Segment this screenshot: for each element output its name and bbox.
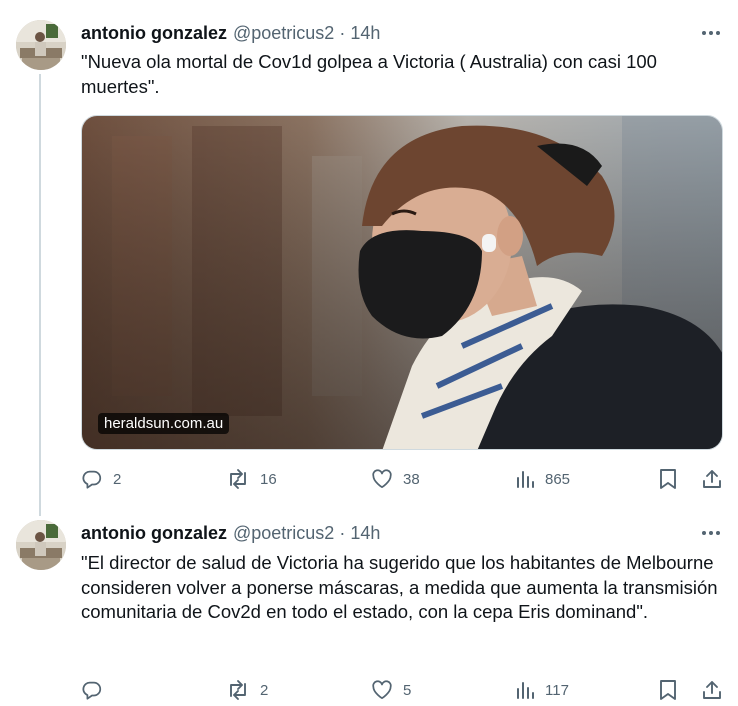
tweet-actions: 2 16 38 865 — [81, 464, 726, 494]
timestamp[interactable]: 14h — [350, 523, 380, 544]
views-button[interactable]: 865 — [515, 464, 570, 494]
reply-icon — [81, 679, 103, 701]
views-icon — [515, 680, 535, 700]
repost-icon — [226, 679, 250, 701]
repost-button[interactable]: 2 — [226, 675, 268, 705]
repost-count: 16 — [260, 470, 277, 488]
avatar[interactable] — [16, 520, 66, 570]
views-count: 117 — [545, 681, 569, 699]
share-button[interactable] — [701, 675, 723, 705]
header-separator: · — [339, 522, 346, 543]
repost-count: 2 — [260, 681, 269, 699]
reply-count: 2 — [113, 470, 122, 488]
tweet-actions: 2 5 117 — [81, 675, 726, 705]
reply-button[interactable] — [81, 675, 113, 705]
bookmark-icon — [659, 679, 677, 701]
avatar[interactable] — [16, 20, 66, 70]
reply-icon — [81, 468, 103, 490]
header-separator: · — [339, 22, 346, 43]
like-button[interactable]: 5 — [371, 675, 411, 705]
share-button[interactable] — [701, 464, 723, 494]
bookmark-button[interactable] — [659, 675, 677, 705]
bookmark-button[interactable] — [659, 464, 677, 494]
tweet[interactable]: antonio gonzalez @poetricus2 · 14h "El d… — [0, 514, 738, 706]
like-button[interactable]: 38 — [371, 464, 420, 494]
views-count: 865 — [545, 470, 571, 488]
more-icon[interactable] — [698, 520, 724, 546]
tweet-header: antonio gonzalez @poetricus2 · 14h — [81, 21, 380, 45]
views-button[interactable]: 117 — [515, 675, 569, 705]
author-handle[interactable]: @poetricus2 — [233, 523, 334, 544]
author-name[interactable]: antonio gonzalez — [81, 523, 227, 544]
author-handle[interactable]: @poetricus2 — [233, 23, 334, 44]
repost-button[interactable]: 16 — [226, 464, 277, 494]
author-name[interactable]: antonio gonzalez — [81, 23, 227, 44]
like-count: 5 — [403, 681, 412, 699]
bookmark-icon — [659, 468, 677, 490]
share-icon — [701, 679, 723, 701]
tweet-text: "Nueva ola mortal de Cov1d golpea a Vict… — [81, 51, 657, 97]
link-domain-label: heraldsun.com.au — [98, 413, 230, 434]
tweet-header: antonio gonzalez @poetricus2 · 14h — [81, 521, 380, 545]
views-icon — [515, 469, 535, 489]
like-count: 38 — [403, 470, 420, 488]
timestamp[interactable]: 14h — [350, 23, 380, 44]
reply-button[interactable]: 2 — [81, 464, 121, 494]
like-icon — [371, 469, 393, 489]
share-icon — [701, 468, 723, 490]
more-icon[interactable] — [698, 20, 724, 46]
tweet-text: "El director de salud de Victoria ha sug… — [81, 552, 718, 622]
tweet[interactable]: antonio gonzalez @poetricus2 · 14h "Nuev… — [0, 0, 738, 514]
like-icon — [371, 680, 393, 700]
repost-icon — [226, 468, 250, 490]
link-card-image[interactable]: heraldsun.com.au — [81, 115, 723, 450]
